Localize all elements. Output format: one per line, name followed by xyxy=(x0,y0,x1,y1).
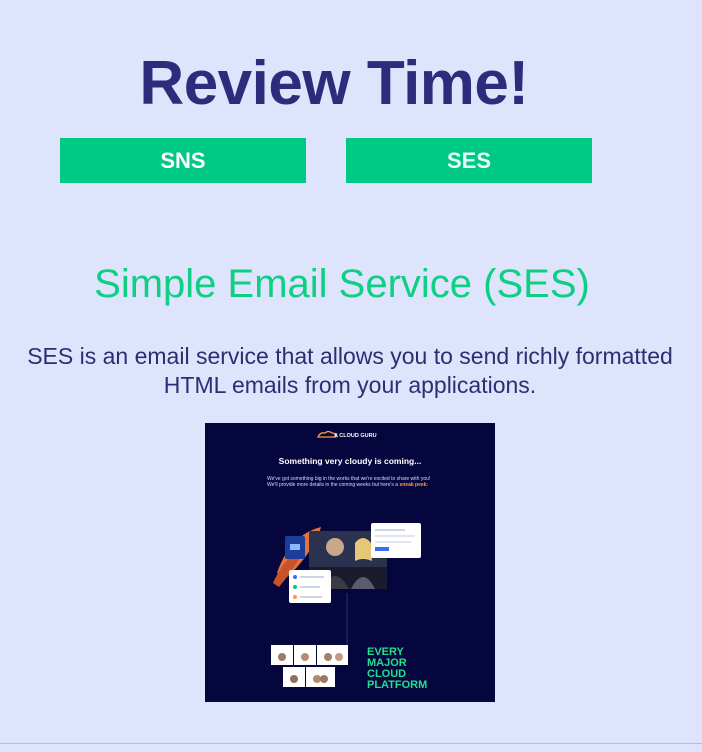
ui-panel-graphic xyxy=(371,523,421,558)
tab-sns-label: SNS xyxy=(160,147,206,173)
section-description: SES is an email service that allows you … xyxy=(27,343,673,398)
email-sneak-peek-link[interactable]: sneak peek: xyxy=(399,482,428,488)
slide-title: Review Time! xyxy=(139,49,529,118)
email-preview-image: A CLOUD GURU Something very cloudy is co… xyxy=(205,423,495,702)
promo-line-platform: PLATFORM xyxy=(367,679,427,691)
tab-ses[interactable]: SES xyxy=(346,138,592,183)
tab-sns[interactable]: SNS xyxy=(60,138,306,183)
bottom-divider xyxy=(0,743,702,744)
email-preview-graphic: A CLOUD GURU Something very cloudy is co… xyxy=(205,423,495,702)
email-headline: Something very cloudy is coming... xyxy=(279,456,422,466)
course-list-graphic xyxy=(289,570,331,603)
app-card-graphic xyxy=(285,536,305,559)
email-brand: A CLOUD GURU xyxy=(334,433,377,439)
section-heading: Simple Email Service (SES) xyxy=(94,262,590,306)
tab-ses-label: SES xyxy=(446,147,492,173)
